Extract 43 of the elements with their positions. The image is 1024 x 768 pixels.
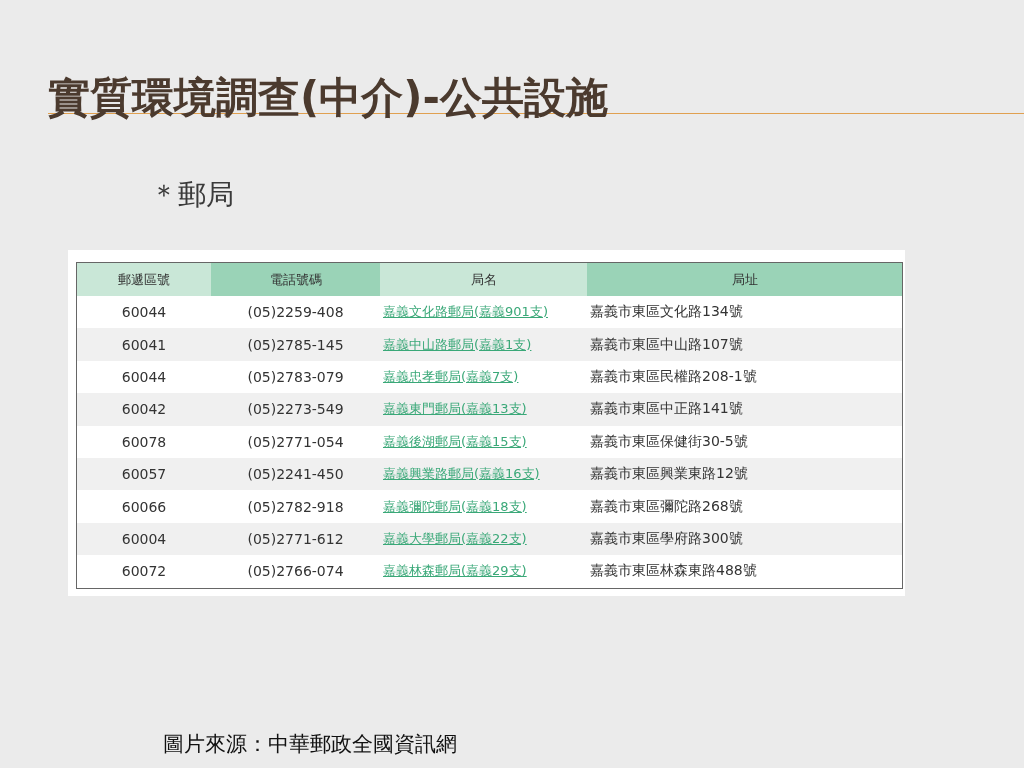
table-cell: 嘉義市東區中正路141號	[587, 393, 903, 426]
table-cell: 嘉義市東區彌陀路268號	[587, 490, 903, 523]
column-header: 局址	[587, 262, 903, 296]
table-cell: 60057	[76, 457, 211, 491]
post-office-link[interactable]: 嘉義後湖郵局(嘉義15支)	[383, 433, 527, 449]
column-header: 局名	[380, 262, 587, 296]
table-cell: (05)2783-079	[211, 360, 380, 394]
table-cell: 嘉義市東區中山路107號	[587, 328, 903, 361]
post-office-link[interactable]: 嘉義東門郵局(嘉義13支)	[383, 401, 527, 417]
table-cell: (05)2766-074	[211, 555, 380, 588]
table-cell: 60044	[76, 360, 211, 394]
table-cell: 60044	[76, 296, 211, 329]
table-cell: 嘉義市東區民權路208-1號	[587, 360, 903, 394]
table-cell: 60004	[76, 522, 211, 556]
table-cell: (05)2782-918	[211, 490, 380, 523]
post-office-link[interactable]: 嘉義興業路郵局(嘉義16支)	[383, 466, 540, 482]
post-office-link[interactable]: 嘉義林森郵局(嘉義29支)	[383, 563, 527, 579]
table-cell: 60066	[76, 490, 211, 523]
table-cell: 60072	[76, 555, 211, 588]
post-office-link[interactable]: 嘉義彌陀郵局(嘉義18支)	[383, 498, 527, 514]
table-cell: 嘉義市東區文化路134號	[587, 296, 903, 329]
post-office-link[interactable]: 嘉義大學郵局(嘉義22支)	[383, 530, 527, 546]
column-header: 郵遞區號	[76, 262, 211, 296]
post-office-link[interactable]: 嘉義文化路郵局(嘉義901支)	[383, 304, 548, 320]
table-cell: 60041	[76, 328, 211, 361]
table-cell: (05)2785-145	[211, 328, 380, 361]
table-cell: 嘉義市東區學府路300號	[587, 522, 903, 556]
column-header: 電話號碼	[211, 262, 380, 296]
slide-title: 實質環境調查(中介)-公共設施	[48, 72, 608, 124]
table-cell: (05)2771-612	[211, 522, 380, 556]
source-caption: 圖片來源：中華郵政全國資訊網	[163, 731, 457, 758]
table-cell: 嘉義市東區保健街30-5號	[587, 425, 903, 458]
post-office-link[interactable]: 嘉義中山路郵局(嘉義1支)	[383, 336, 532, 352]
table-cell: (05)2273-549	[211, 393, 380, 426]
table-cell: 嘉義市東區興業東路12號	[587, 457, 903, 491]
table-cell: 嘉義市東區林森東路488號	[587, 555, 903, 588]
table-cell: (05)2771-054	[211, 425, 380, 458]
table-cell: 60042	[76, 393, 211, 426]
table-cell: 60078	[76, 425, 211, 458]
post-office-link[interactable]: 嘉義忠孝郵局(嘉義7支)	[383, 368, 519, 384]
bullet-text: ＊郵局	[150, 177, 234, 213]
table-cell: (05)2241-450	[211, 457, 380, 491]
table-cell: (05)2259-408	[211, 296, 380, 329]
